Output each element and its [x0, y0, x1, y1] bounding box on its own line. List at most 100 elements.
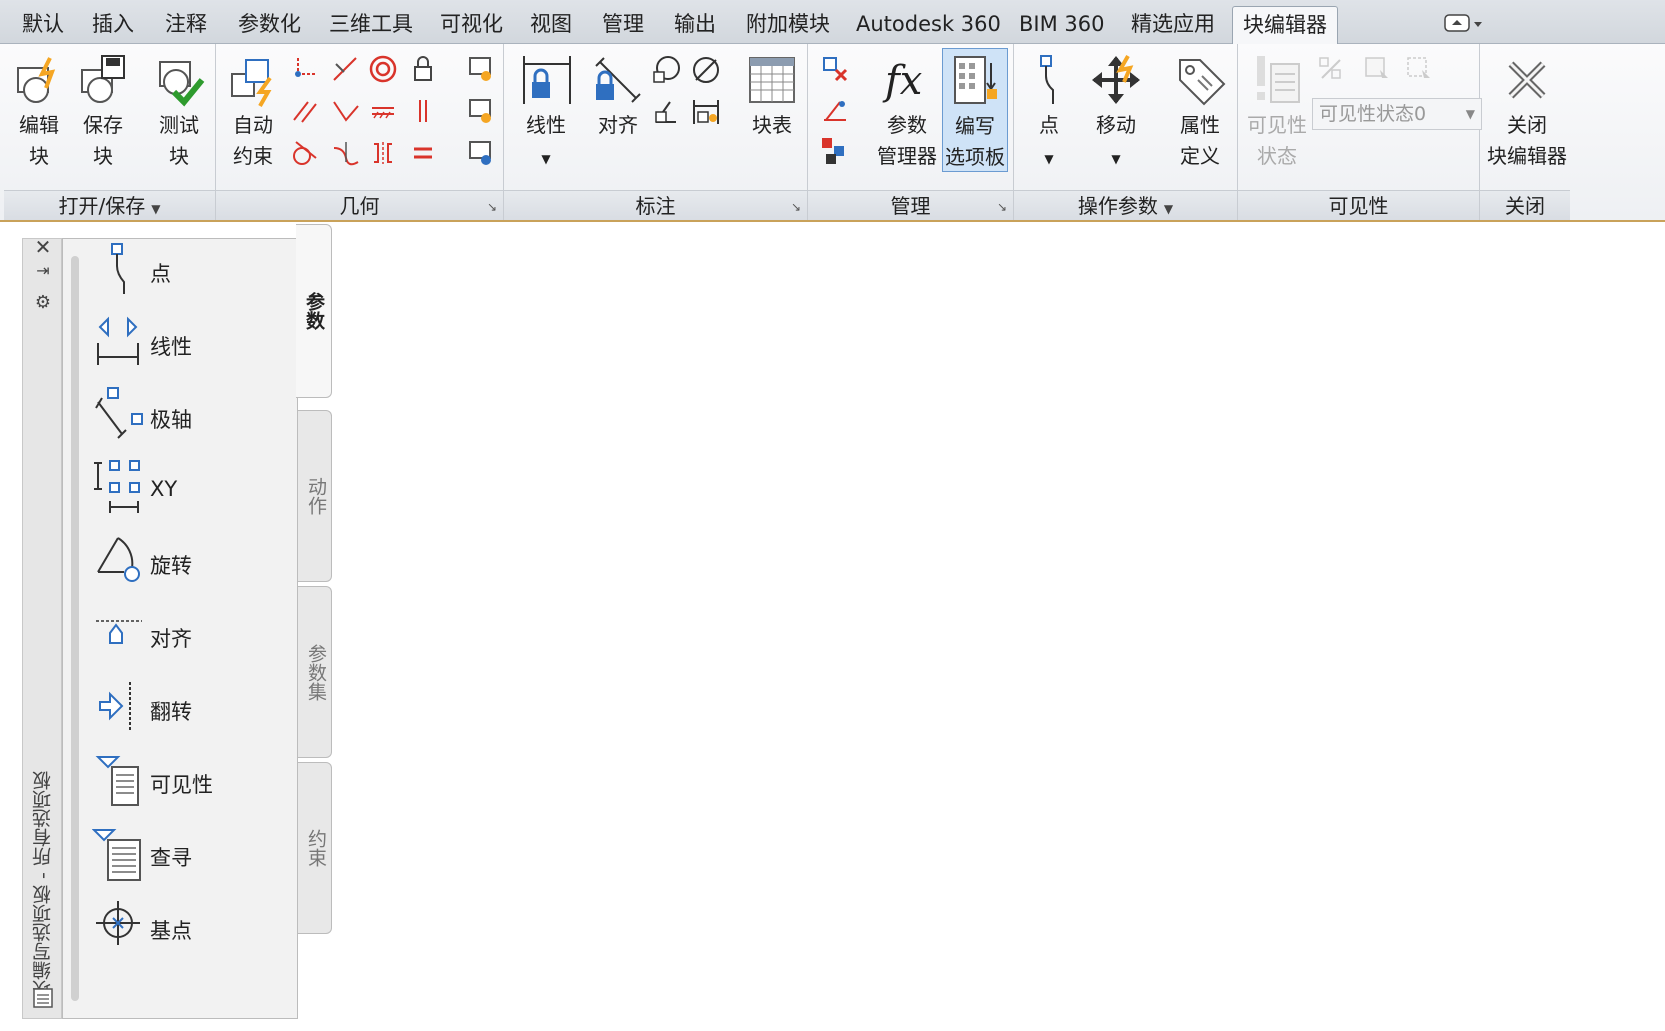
palette-item-flip[interactable]: 翻转: [86, 678, 286, 742]
palette-item-visibility[interactable]: 可见性: [86, 751, 286, 815]
collinear-icon[interactable]: [330, 54, 360, 84]
tab-visualize[interactable]: 可视化: [430, 6, 513, 44]
save-block-button[interactable]: 保存 块: [74, 52, 132, 172]
tab-autodesk-360[interactable]: Autodesk 360: [846, 6, 1011, 44]
aligned-dimension-button[interactable]: 对齐: [586, 52, 650, 141]
palette-item-label: 线性: [150, 335, 192, 359]
tab-annotate[interactable]: 注释: [155, 6, 217, 44]
horizontal-icon[interactable]: [368, 96, 398, 126]
tab-bim-360[interactable]: BIM 360: [1009, 6, 1114, 44]
palette-tab-constraints[interactable]: 约束: [298, 762, 332, 934]
visibility-states-button[interactable]: 可见性 状态: [1244, 52, 1310, 172]
edit-block-label-1: 编辑: [19, 113, 59, 137]
palette-item-rotation[interactable]: 旋转: [86, 532, 286, 596]
basepoint-param-icon: [96, 901, 140, 945]
constraint-status-icon[interactable]: [820, 136, 850, 166]
tab-parametric[interactable]: 参数化: [228, 6, 311, 44]
palette-item-polar[interactable]: 极轴: [86, 386, 286, 450]
palette-item-label: 对齐: [150, 627, 192, 651]
show-all-constraints-icon[interactable]: [466, 96, 496, 126]
parameter-manager-button[interactable]: fx 参数 管理器: [874, 52, 940, 172]
palette-tab-parameter-sets[interactable]: 参数集: [298, 586, 332, 758]
palette-menu-icon[interactable]: [32, 987, 54, 1009]
tab-featured-apps[interactable]: 精选应用: [1121, 6, 1225, 44]
aligned-dimension-label: 对齐: [598, 113, 638, 137]
tab-view[interactable]: 视图: [520, 6, 582, 44]
ribbon-options-dropdown[interactable]: [1444, 12, 1488, 36]
palette-item-linear[interactable]: 线性: [86, 313, 286, 377]
auto-constrain-button[interactable]: 自动 约束: [224, 52, 282, 172]
edit-block-button[interactable]: 编辑 块: [10, 52, 68, 172]
point-parameter-label: 点: [1039, 113, 1059, 137]
attribute-tag-icon: [1179, 59, 1226, 106]
perpendicular-icon[interactable]: [330, 96, 360, 126]
smooth-icon[interactable]: [330, 138, 360, 168]
coincident-icon[interactable]: [290, 54, 320, 84]
angular-dimension-icon[interactable]: [650, 96, 682, 128]
concentric-icon[interactable]: [368, 54, 398, 84]
convert-dimension-icon[interactable]: [690, 96, 722, 128]
palette-title-strip[interactable]: ✕ ⇥ ⚙ 块编写选项板 - 所有选项板: [22, 235, 62, 1019]
tab-default[interactable]: 默认: [12, 6, 74, 44]
panel-geometry: 自动 约束 几何 ↘: [216, 44, 504, 220]
manage-dialog-launcher-icon[interactable]: ↘: [997, 200, 1007, 214]
attribute-definition-button[interactable]: 属性 定义: [1168, 52, 1232, 172]
block-table-button[interactable]: 块表: [742, 52, 802, 141]
palette-item-label: 可见性: [150, 773, 213, 797]
authoring-palettes-label-2: 选项板: [945, 145, 1005, 169]
diameter-dimension-icon[interactable]: [690, 54, 722, 86]
delete-constraints-icon[interactable]: [820, 54, 850, 84]
authoring-palettes-button[interactable]: 编写 选项板: [942, 48, 1008, 172]
properties-icon[interactable]: ⚙: [31, 291, 55, 315]
make-invisible-icon[interactable]: [1404, 54, 1434, 84]
minimize-ribbon-icon: [1444, 14, 1482, 32]
palette-tab-label: 约束: [305, 829, 327, 867]
fix-lock-icon[interactable]: [408, 54, 438, 84]
tab-block-editor[interactable]: 块编辑器: [1232, 6, 1338, 44]
panel-open-save-title[interactable]: 打开/保存 ▼: [4, 190, 215, 220]
geometry-dialog-launcher-icon[interactable]: ↘: [487, 200, 497, 214]
test-block-button[interactable]: 测试 块: [150, 52, 208, 172]
palette-tab-parameters[interactable]: 参数: [296, 224, 332, 398]
construction-geometry-icon[interactable]: [820, 96, 850, 126]
linear-dimension-button[interactable]: 线性 ▼: [514, 52, 578, 175]
test-block-label-1: 测试: [159, 113, 199, 137]
tab-manage[interactable]: 管理: [592, 6, 654, 44]
palette-item-alignment[interactable]: 对齐: [86, 605, 286, 669]
panel-action-parameters-title[interactable]: 操作参数 ▼: [1014, 190, 1237, 220]
parallel-icon[interactable]: [290, 96, 320, 126]
palette-item-xy[interactable]: XY: [86, 459, 286, 523]
palette-item-lookup[interactable]: 查寻: [86, 824, 286, 888]
equal-icon[interactable]: [408, 138, 438, 168]
save-block-label-1: 保存: [83, 113, 123, 137]
tab-3d-tools[interactable]: 三维工具: [319, 6, 423, 44]
block-table-label: 块表: [752, 113, 792, 137]
palette-scrollbar[interactable]: [71, 256, 79, 1001]
palette-tab-actions[interactable]: 动作: [298, 410, 332, 582]
palette-item-label: 查寻: [150, 846, 192, 870]
palette-item-basepoint[interactable]: 基点: [86, 897, 286, 961]
symmetric-icon[interactable]: [368, 138, 398, 168]
autohide-icon[interactable]: ⇥: [31, 259, 55, 283]
dimension-dialog-launcher-icon[interactable]: ↘: [791, 200, 801, 214]
palette-item-point[interactable]: 点: [86, 240, 286, 304]
palette-tab-label: 参数集: [305, 643, 327, 701]
visibility-state-select[interactable]: 可见性状态0 ▼: [1312, 98, 1482, 130]
hide-all-constraints-icon[interactable]: [466, 138, 496, 168]
panel-close-title: 关闭: [1480, 190, 1570, 220]
point-parameter-button[interactable]: 点 ▼: [1026, 52, 1072, 175]
move-action-button[interactable]: 移动 ▼: [1084, 52, 1148, 175]
show-constraint-icon[interactable]: [466, 54, 496, 84]
make-visible-icon[interactable]: [1362, 54, 1392, 84]
tab-addins[interactable]: 附加模块: [736, 6, 840, 44]
panel-action-parameters: 点 ▼ 移动 ▼ 属性 定义 操作参数 ▼: [1014, 44, 1238, 220]
chevron-down-icon: ▼: [151, 202, 161, 216]
visibility-mode-icon[interactable]: [1316, 54, 1346, 84]
vertical-icon[interactable]: [408, 96, 438, 126]
close-block-editor-button[interactable]: 关闭 块编辑器: [1484, 52, 1570, 172]
tab-insert[interactable]: 插入: [82, 6, 144, 44]
tangent-icon[interactable]: [290, 138, 320, 168]
close-icon[interactable]: ✕: [31, 235, 55, 259]
tab-output[interactable]: 输出: [664, 6, 726, 44]
radius-dimension-icon[interactable]: [650, 54, 682, 86]
